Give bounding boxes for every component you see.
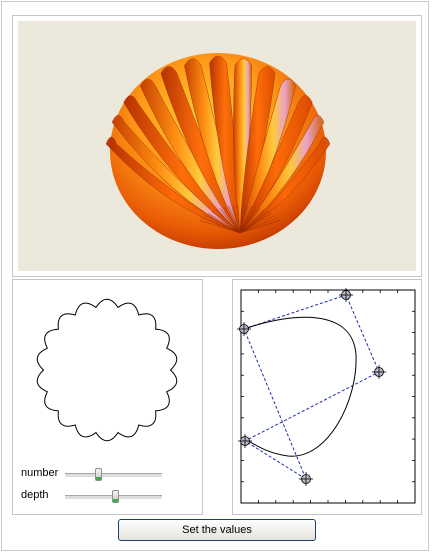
- curve-editor-canvas[interactable]: [233, 280, 421, 514]
- set-values-button[interactable]: Set the values: [118, 519, 316, 541]
- depth-slider-thumb[interactable]: [112, 490, 119, 503]
- number-slider[interactable]: [65, 468, 162, 481]
- 3d-viewer-panel: [12, 15, 422, 277]
- profile-panel: number depth: [12, 279, 203, 515]
- number-slider-thumb[interactable]: [95, 468, 102, 481]
- curve-editor-panel: [232, 279, 422, 515]
- depth-slider[interactable]: [65, 490, 162, 503]
- 3d-viewport[interactable]: [18, 21, 416, 271]
- pumpkin-surface: [105, 53, 331, 249]
- depth-slider-label: depth: [21, 489, 49, 501]
- number-slider-label: number: [21, 467, 59, 479]
- scalloped-profile-curve: [36, 298, 178, 442]
- app-window: number depth Set the values: [1, 1, 429, 551]
- scalloped-profile-view: [36, 298, 178, 442]
